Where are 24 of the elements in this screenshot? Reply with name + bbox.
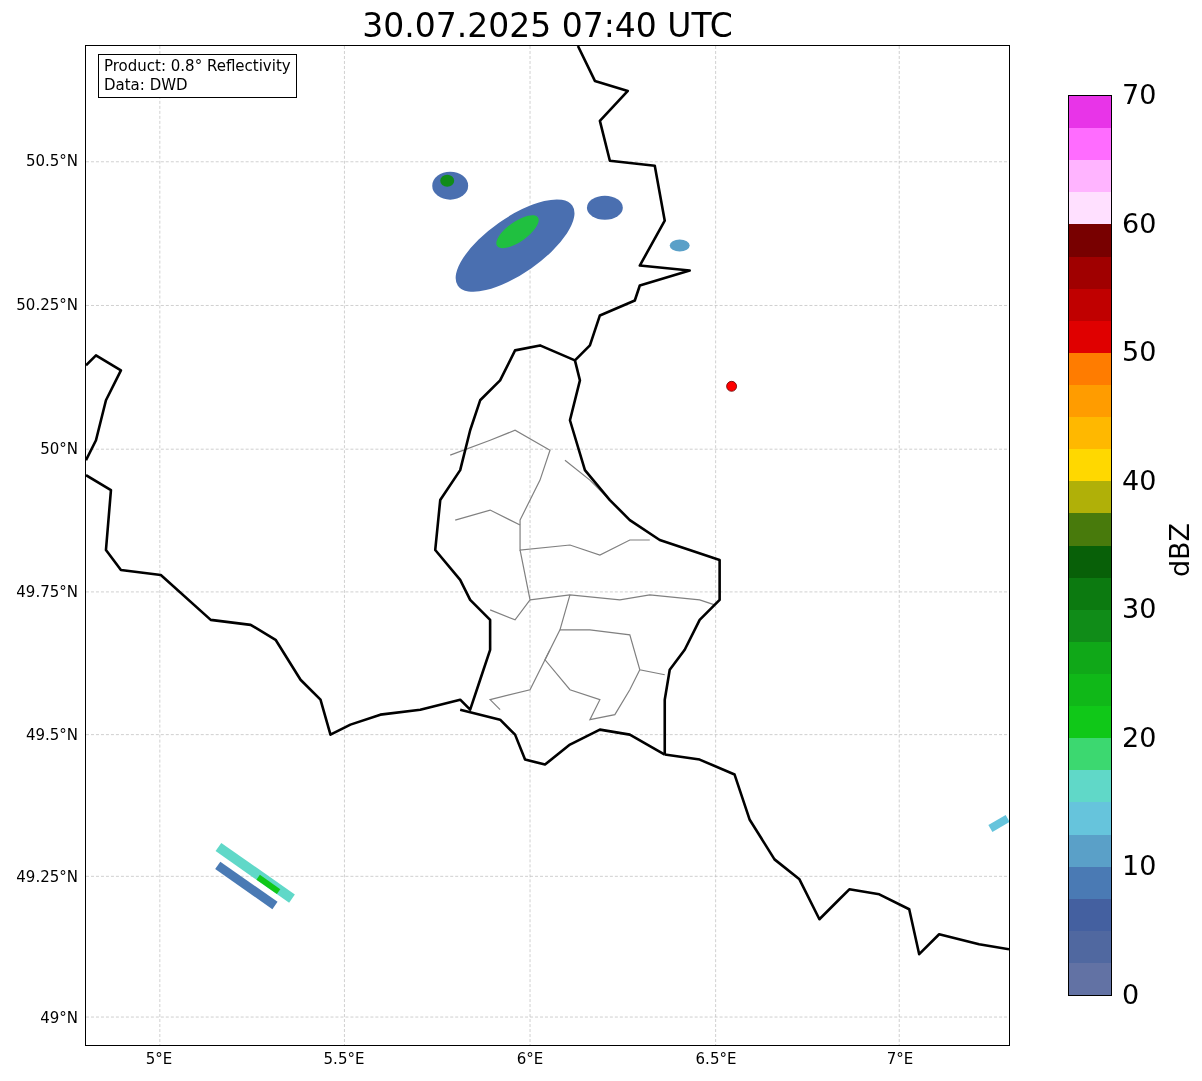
colorbar-tick-label: 10: [1122, 850, 1157, 883]
longitude-label: 6°E: [515, 1050, 545, 1068]
legend-text: Data: DWD: [104, 76, 189, 95]
latitude-label: 49.5°N: [25, 726, 78, 744]
latitude-label: 50.5°N: [25, 152, 78, 170]
latitude-label: 49.75°N: [16, 583, 78, 601]
colorbar-tick-label: 40: [1122, 464, 1157, 497]
legend-text: Product: 0.8° Reflectivity: [104, 57, 291, 76]
latitude-label: 49°N: [40, 1009, 78, 1027]
colorbar-tick-label: 50: [1122, 336, 1157, 369]
longitude-label: 5°E: [144, 1050, 174, 1068]
longitude-label: 6.5°E: [694, 1050, 738, 1068]
longitude-label: 5.5°E: [322, 1050, 366, 1068]
colorbar-tick-label: 30: [1122, 593, 1157, 626]
colorbar-tick-label: 70: [1122, 79, 1157, 111]
colorbar-tick-label: 20: [1122, 721, 1157, 754]
latitude-label: 50.25°N: [16, 296, 78, 314]
colorbar-label: dBZ: [1164, 522, 1196, 578]
latitude-label: 50°N: [40, 440, 78, 458]
latitude-label: 49.25°N: [16, 868, 78, 886]
colorbar-tick-label: 0: [1122, 979, 1140, 1011]
longitude-label: 7°E: [885, 1050, 915, 1068]
chart-title: 30.07.2025 07:40 UTC: [361, 5, 734, 47]
colorbar-tick-label: 60: [1122, 207, 1157, 240]
